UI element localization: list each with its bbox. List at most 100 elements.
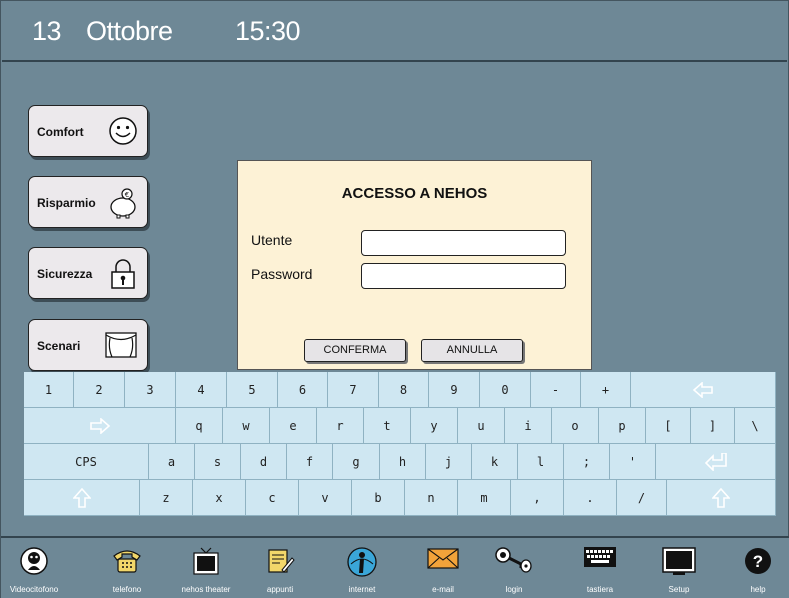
on-screen-keyboard: 1 2 3 4 5 6 7 8 9 0 - + q w e r t y u i … [24,372,789,516]
key-n[interactable]: n [405,480,458,516]
key-bracket-right[interactable]: ] [691,408,735,444]
key-semicolon[interactable]: ; [564,444,610,480]
appunti-button[interactable]: appunti [245,540,315,598]
tastiera-label: tastiera [586,585,614,594]
arrow-right-icon [89,417,110,434]
padlock-icon [111,259,135,289]
user-input[interactable] [361,230,566,256]
dialog-title: ACCESSO A NEHOS [341,185,488,202]
telefono-label: telefono [112,585,142,594]
clock-time: 15:30 [235,16,301,46]
telefono-button[interactable]: telefono [92,540,162,598]
key-s[interactable]: s [195,444,241,480]
sicurezza-button[interactable]: Sicurezza [28,247,148,299]
enter-arrow-icon [704,452,727,471]
password-label: Password [251,266,313,282]
key-b[interactable]: b [352,480,405,516]
key-4[interactable]: 4 [176,372,227,408]
internet-icon [347,547,377,577]
tastiera-button[interactable]: tastiera [565,540,635,598]
theater-icon [105,332,137,358]
key-o[interactable]: o [552,408,599,444]
cancel-button[interactable]: ANNULLA [421,339,523,362]
key-x[interactable]: x [193,480,246,516]
key-7[interactable]: 7 [328,372,379,408]
intercom-icon [20,547,48,575]
shift-arrow-icon [712,487,730,508]
key-5[interactable]: 5 [227,372,278,408]
nehos-theater-label: nehos theater [181,585,231,594]
key-z[interactable]: z [140,480,193,516]
videocitofono-button[interactable]: Videocitofono [0,540,69,598]
internet-button[interactable]: internet [327,540,397,598]
key-6[interactable]: 6 [278,372,328,408]
key-i[interactable]: i [505,408,552,444]
key-r[interactable]: r [317,408,364,444]
setup-label: Setup [668,585,690,594]
key-bracket-left[interactable]: [ [646,408,691,444]
password-input[interactable] [361,263,566,289]
internet-label: internet [348,585,376,594]
key-slash[interactable]: / [617,480,667,516]
risparmio-button[interactable]: Risparmio € [28,176,148,228]
key-9[interactable]: 9 [429,372,480,408]
scenari-button[interactable]: Scenari [28,319,148,371]
nehos-theater-button[interactable]: nehos theater [171,540,241,598]
key-y[interactable]: y [411,408,458,444]
key-l[interactable]: l [518,444,564,480]
login-button[interactable]: login [479,540,549,598]
key-backspace[interactable] [631,372,776,408]
comfort-label: Comfort [37,125,84,139]
key-p[interactable]: p [599,408,646,444]
key-v[interactable]: v [299,480,352,516]
shift-arrow-icon [72,487,91,508]
date-month: Ottobre [86,16,173,46]
key-g[interactable]: g [333,444,380,480]
key-c[interactable]: c [246,480,299,516]
setup-button[interactable]: Setup [644,540,714,598]
arrow-left-icon [692,381,713,398]
help-button[interactable]: ? help [723,540,789,598]
key-u[interactable]: u [458,408,505,444]
email-button[interactable]: e-mail [408,540,478,598]
header-bar: 13 Ottobre 15:30 [2,2,787,62]
key-shift-right[interactable] [667,480,776,516]
key-a[interactable]: a [149,444,195,480]
key-q[interactable]: q [176,408,223,444]
key-w[interactable]: w [223,408,270,444]
key-0[interactable]: 0 [480,372,531,408]
key-8[interactable]: 8 [379,372,429,408]
login-dialog: ACCESSO A NEHOS Utente Password CONFERMA… [237,160,592,370]
scenari-label: Scenari [37,339,81,353]
key-1[interactable]: 1 [24,372,74,408]
envelope-icon [427,548,459,569]
telephone-icon [113,550,141,573]
key-period[interactable]: . [564,480,617,516]
key-caps[interactable]: CPS [24,444,149,480]
key-tab[interactable] [24,408,176,444]
email-label: e-mail [432,585,454,594]
key-m[interactable]: m [458,480,511,516]
monitor-icon [662,547,696,575]
key-f[interactable]: f [287,444,333,480]
key-enter[interactable] [656,444,776,480]
key-t[interactable]: t [364,408,411,444]
svg-text:€: € [125,191,129,199]
key-apostrophe[interactable]: ' [610,444,656,480]
key-d[interactable]: d [241,444,287,480]
key-2[interactable]: 2 [74,372,125,408]
comfort-button[interactable]: Comfort [28,105,148,157]
key-minus[interactable]: - [531,372,581,408]
key-e[interactable]: e [270,408,317,444]
key-h[interactable]: h [380,444,426,480]
key-j[interactable]: j [426,444,472,480]
confirm-button[interactable]: CONFERMA [304,339,406,362]
key-k[interactable]: k [472,444,518,480]
key-plus[interactable]: + [581,372,631,408]
key-3[interactable]: 3 [125,372,176,408]
key-backslash[interactable]: \ [735,408,776,444]
key-shift-left[interactable] [24,480,140,516]
keyboard-icon [584,547,616,567]
key-comma[interactable]: , [511,480,564,516]
notepad-icon [268,549,295,573]
